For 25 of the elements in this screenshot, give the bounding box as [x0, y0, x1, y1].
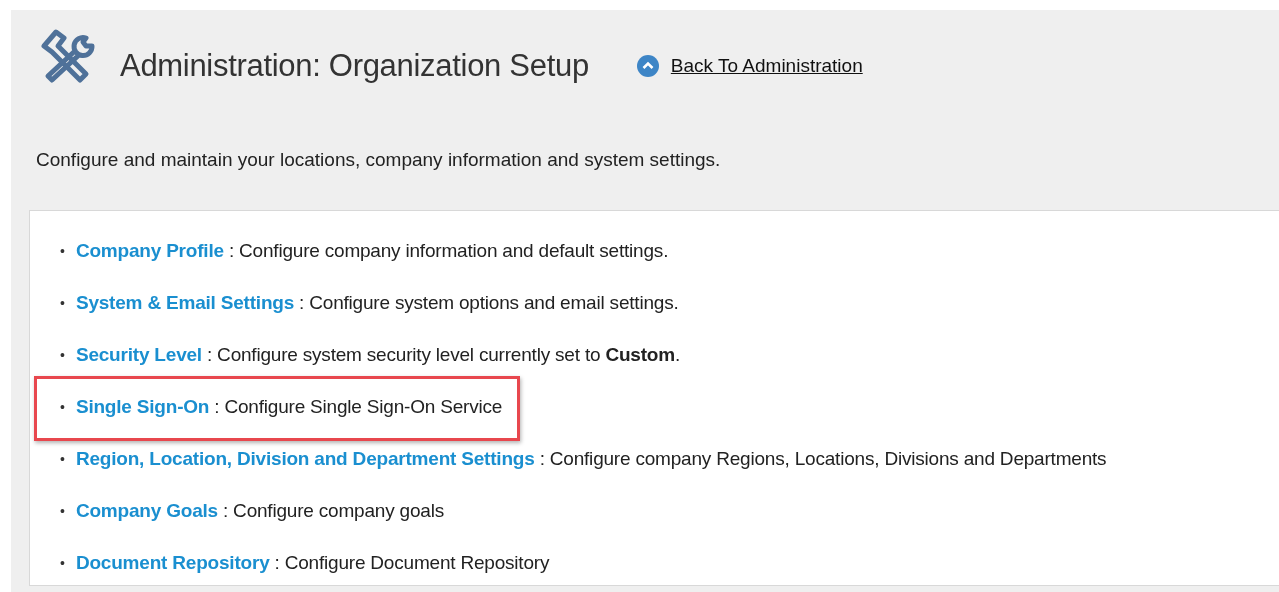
settings-link[interactable]: Single Sign-On [75, 396, 210, 418]
link-description: : Configure company Regions, Locations, Divisions and Departments [539, 448, 1107, 470]
settings-link[interactable]: Document Repository [75, 552, 270, 574]
link-description: : Configure Document Repository [274, 552, 550, 574]
bullet: • [60, 347, 65, 363]
link-description: : Configure company goals [222, 500, 444, 522]
settings-link[interactable]: Security Level [75, 344, 202, 366]
settings-link[interactable]: Company Profile [75, 240, 224, 262]
bullet: • [60, 555, 65, 571]
up-chevron-icon [636, 55, 659, 77]
link-description: : Configure company information and default settings. [228, 240, 669, 262]
bullet: • [60, 295, 65, 311]
link-description: : Configure system options and email settings. [299, 292, 679, 314]
intro-text: Configure and maintain your locations, company information and system settings. [35, 148, 722, 172]
page-title: Administration: Organization Setup [120, 48, 589, 84]
bullet: • [60, 399, 65, 415]
bullet: • [60, 503, 65, 519]
link-description: : Configure Single Sign-On Service [214, 396, 503, 418]
settings-link[interactable]: Company Goals [75, 500, 218, 522]
settings-link[interactable]: Region, Location, Division and Department Settings [75, 448, 535, 470]
settings-link[interactable]: System & Email Settings [75, 292, 295, 314]
link-description: : Configure system security level currently set to Custom. [206, 344, 681, 366]
bullet: • [60, 451, 65, 467]
back-link[interactable]: Back To Administration [670, 55, 863, 77]
bullet: • [60, 243, 65, 259]
